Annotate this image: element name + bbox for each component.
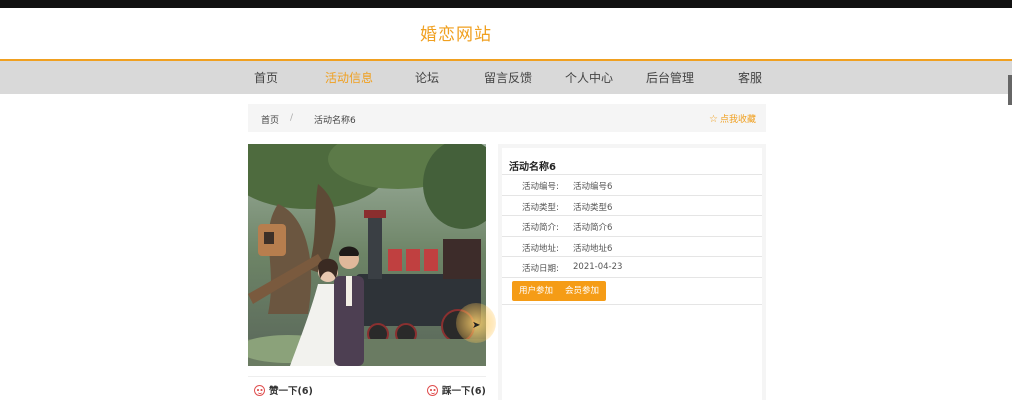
top-bar: [0, 0, 1012, 8]
activity-detail-panel: 活动名称6 活动编号: 活动编号6 活动类型: 活动类型6 活动简介: 活动简介…: [498, 144, 766, 400]
user-join-button[interactable]: 用户参加: [512, 281, 561, 301]
reaction-bar: 赞一下(6) 踩一下(6): [248, 376, 486, 401]
info-value: 活动编号6: [573, 182, 613, 192]
breadcrumb-separator: /: [290, 113, 294, 123]
info-value: 活动地址6: [573, 244, 613, 254]
button-divider: [502, 304, 762, 305]
nav-customer-service[interactable]: 客服: [738, 69, 762, 86]
info-value: 2021-04-23: [573, 262, 623, 272]
scrollbar-thumb[interactable]: [1008, 75, 1012, 105]
info-value: 活动简介6: [573, 223, 613, 233]
activity-title: 活动名称6: [509, 162, 556, 173]
info-row-intro: 活动简介: 活动简介6: [502, 215, 762, 236]
nav-forum[interactable]: 论坛: [415, 69, 439, 86]
nav-personal-center[interactable]: 个人中心: [565, 69, 613, 86]
smile-icon: [427, 385, 438, 396]
like-label: 赞一下(6): [269, 386, 313, 397]
dislike-button[interactable]: 踩一下(6): [427, 383, 486, 397]
info-label: 活动日期:: [522, 264, 559, 274]
info-label: 活动编号:: [522, 182, 559, 192]
info-row-address: 活动地址: 活动地址6: [502, 236, 762, 257]
smile-icon: [254, 385, 265, 396]
favorite-label: 点我收藏: [719, 115, 756, 125]
info-value: 活动类型6: [573, 203, 613, 213]
dislike-label: 踩一下(6): [442, 386, 486, 397]
breadcrumb: 首页 / 活动名称6 ☆ 点我收藏: [248, 104, 766, 132]
nav-feedback[interactable]: 留言反馈: [484, 69, 532, 86]
activity-detail-card: 活动名称6 活动编号: 活动编号6 活动类型: 活动类型6 活动简介: 活动简介…: [502, 148, 762, 400]
breadcrumb-current: 活动名称6: [314, 116, 356, 126]
info-row-date: 活动日期: 2021-04-23: [502, 256, 762, 277]
info-label: 活动地址:: [522, 244, 559, 254]
site-title: 婚恋网站: [420, 25, 492, 45]
info-label: 活动类型:: [522, 203, 559, 213]
info-row-id: 活动编号: 活动编号6: [502, 174, 762, 195]
nav-activities[interactable]: 活动信息: [325, 69, 373, 86]
member-join-button[interactable]: 会员参加: [558, 281, 607, 301]
info-row-type: 活动类型: 活动类型6: [502, 195, 762, 216]
favorite-button[interactable]: ☆ 点我收藏: [709, 112, 756, 125]
mouse-cursor-icon: ➤: [472, 320, 481, 331]
info-label: 活动简介:: [522, 223, 559, 233]
info-divider: [502, 277, 762, 278]
main-nav: 首页 活动信息 论坛 留言反馈 个人中心 后台管理 客服: [0, 59, 1012, 94]
wedding-photo-illustration: [248, 144, 486, 366]
breadcrumb-home[interactable]: 首页: [261, 113, 279, 126]
star-icon: ☆: [709, 114, 718, 125]
like-button[interactable]: 赞一下(6): [254, 383, 313, 397]
nav-home[interactable]: 首页: [254, 69, 278, 86]
wedding-photo: [248, 144, 486, 366]
nav-admin[interactable]: 后台管理: [646, 69, 694, 86]
